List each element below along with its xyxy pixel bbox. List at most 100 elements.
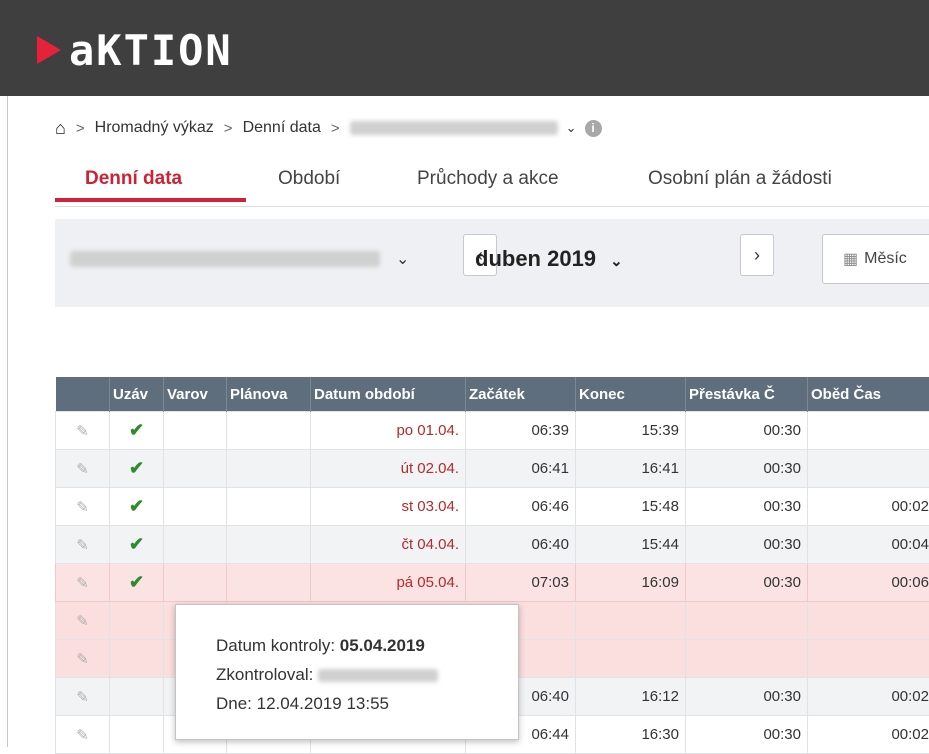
check-icon: ✔ — [110, 412, 164, 450]
cell-planova — [227, 526, 311, 564]
employee-name-blurred — [70, 251, 380, 267]
next-period-button[interactable]: › — [740, 234, 774, 276]
col-konec[interactable]: Konec — [576, 377, 686, 412]
cell-end: 16:41 — [576, 450, 686, 488]
col-obed-cas[interactable]: Oběd Čas — [808, 377, 929, 412]
pencil-icon[interactable]: ✎ — [56, 678, 110, 716]
table-row[interactable]: ✎ ✔ út 02.04. 06:41 16:41 00:30 — [56, 450, 929, 488]
cell-end: 15:44 — [576, 526, 686, 564]
breadcrumb-separator-icon: > — [224, 120, 233, 137]
pencil-icon[interactable]: ✎ — [56, 412, 110, 450]
month-view-button[interactable]: ▦ Měsíc — [822, 234, 929, 284]
cell-planova — [227, 412, 311, 450]
cell-break: 00:30 — [686, 488, 808, 526]
month-view-label: Měsíc — [864, 250, 907, 268]
table-row[interactable]: ✎ ✔ čt 04.04. 06:40 15:44 00:30 00:04 — [56, 526, 929, 564]
col-planova[interactable]: Plánova — [227, 377, 311, 412]
home-icon[interactable]: ⌂ — [55, 118, 66, 139]
cell-lunch — [808, 640, 929, 678]
cell-end: 15:48 — [576, 488, 686, 526]
cell-start: 06:40 — [466, 526, 576, 564]
pencil-icon[interactable]: ✎ — [56, 526, 110, 564]
cell-break: 00:30 — [686, 412, 808, 450]
col-varov[interactable]: Varov — [164, 377, 227, 412]
cell-lunch — [808, 602, 929, 640]
tooltip-line-check-date: Datum kontroly: 05.04.2019 — [216, 631, 518, 660]
tooltip-line-date: Dne: 12.04.2019 13:55 — [216, 689, 518, 718]
breadcrumb-employee-blurred[interactable] — [350, 121, 558, 135]
pencil-icon[interactable]: ✎ — [56, 488, 110, 526]
breadcrumb-item-hromadny-vykaz[interactable]: Hromadný výkaz — [95, 119, 214, 137]
cell-end — [576, 602, 686, 640]
chevron-down-icon[interactable]: ⌄ — [610, 253, 623, 270]
col-prestavka[interactable]: Přestávka Č — [686, 377, 808, 412]
cell-end: 16:12 — [576, 678, 686, 716]
breadcrumb-separator-icon: > — [76, 120, 85, 137]
col-edit — [56, 377, 110, 412]
cell-varov — [164, 450, 227, 488]
table-row[interactable]: ✎ ✔ st 03.04. 06:46 15:48 00:30 00:02 — [56, 488, 929, 526]
period-selector[interactable]: duben 2019 ⌄ — [475, 246, 623, 272]
table-row-selected[interactable]: ✎ ✔ pá 05.04. 07:03 16:09 00:30 00:06 — [56, 564, 929, 602]
tooltip-value-check-date: 05.04.2019 — [340, 636, 425, 655]
pencil-icon[interactable]: ✎ — [56, 716, 110, 754]
tooltip-label-check-date: Datum kontroly: — [216, 636, 335, 655]
col-uzav[interactable]: Uzáv — [110, 377, 164, 412]
info-icon[interactable]: i — [585, 120, 602, 137]
cell-end: 16:09 — [576, 564, 686, 602]
breadcrumb-item-denni-data[interactable]: Denní data — [243, 119, 321, 137]
tab-denni-data[interactable]: Denní data — [85, 168, 182, 190]
pencil-icon[interactable]: ✎ — [56, 640, 110, 678]
col-zacatek[interactable]: Začátek — [466, 377, 576, 412]
check-icon: ✔ — [110, 564, 164, 602]
pencil-icon[interactable]: ✎ — [56, 602, 110, 640]
cell-uzav — [110, 640, 164, 678]
cell-end — [576, 640, 686, 678]
check-icon: ✔ — [110, 488, 164, 526]
cell-planova — [227, 488, 311, 526]
cell-start: 06:41 — [466, 450, 576, 488]
cell-lunch: 00:02 — [808, 678, 929, 716]
tab-pruchody-a-akce[interactable]: Průchody a akce — [417, 168, 559, 190]
cell-date: út 02.04. — [311, 450, 466, 488]
cell-uzav — [110, 716, 164, 754]
aktion-logo[interactable]: aKTION — [37, 30, 233, 70]
tooltip-checker-blurred — [318, 669, 438, 682]
cell-lunch — [808, 450, 929, 488]
cell-lunch — [808, 412, 929, 450]
logo-triangle-icon — [37, 36, 61, 64]
tooltip-label-checked-by: Zkontroloval: — [216, 665, 313, 684]
cell-start: 06:46 — [466, 488, 576, 526]
tab-obdobi[interactable]: Období — [278, 168, 340, 190]
employee-selector[interactable]: ⌄ — [70, 249, 409, 269]
pencil-icon[interactable]: ✎ — [56, 564, 110, 602]
cell-lunch: 00:04 — [808, 526, 929, 564]
cell-break: 00:30 — [686, 678, 808, 716]
chevron-down-icon[interactable]: ⌄ — [566, 120, 577, 136]
left-border — [7, 96, 8, 747]
cell-date: st 03.04. — [311, 488, 466, 526]
breadcrumb-separator-icon: > — [331, 120, 340, 137]
breadcrumb: ⌂ > Hromadný výkaz > Denní data > ⌄ i — [55, 114, 602, 142]
pencil-icon[interactable]: ✎ — [56, 450, 110, 488]
cell-break — [686, 640, 808, 678]
cell-start: 06:39 — [466, 412, 576, 450]
logo-text: aKTION — [69, 26, 233, 75]
cell-uzav — [110, 678, 164, 716]
cell-varov — [164, 526, 227, 564]
check-icon: ✔ — [110, 526, 164, 564]
cell-varov — [164, 488, 227, 526]
cell-lunch: 00:02 — [808, 488, 929, 526]
cell-break: 00:30 — [686, 526, 808, 564]
app-header: aKTION — [0, 0, 929, 96]
table-row[interactable]: ✎ ✔ po 01.04. 06:39 15:39 00:30 — [56, 412, 929, 450]
cell-varov — [164, 412, 227, 450]
col-datum-obdobi[interactable]: Datum období — [311, 377, 466, 412]
cell-end: 15:39 — [576, 412, 686, 450]
cell-date: pá 05.04. — [311, 564, 466, 602]
tab-osobni-plan[interactable]: Osobní plán a žádosti — [648, 168, 832, 190]
tooltip-line-checked-by: Zkontroloval: — [216, 660, 518, 689]
cell-break: 00:30 — [686, 716, 808, 754]
chevron-down-icon[interactable]: ⌄ — [396, 249, 409, 269]
active-tab-indicator — [55, 198, 246, 202]
